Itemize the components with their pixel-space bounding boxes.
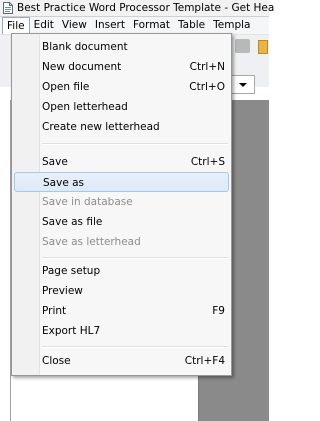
menu-separator	[42, 143, 228, 145]
menu-item-open-file[interactable]: Open file Ctrl+O	[14, 77, 229, 97]
chevron-down-icon	[239, 83, 247, 87]
menu-item-new-document[interactable]: New document Ctrl+N	[14, 57, 229, 77]
menu-edit[interactable]: Edit	[30, 17, 58, 34]
menu-item-open-letterhead[interactable]: Open letterhead	[14, 97, 229, 117]
menu-insert[interactable]: Insert	[91, 17, 129, 34]
menu-templates[interactable]: Templa	[209, 17, 254, 34]
file-menu-dropdown: Blank document New document Ctrl+N Open …	[11, 33, 232, 376]
menu-item-preview[interactable]: Preview	[14, 281, 229, 301]
menu-item-save[interactable]: Save Ctrl+S	[14, 152, 229, 172]
toolbar-folder-icon[interactable]	[258, 40, 268, 54]
menu-item-label: New document	[42, 61, 122, 73]
menu-item-label: Close	[42, 355, 71, 367]
menu-separator	[42, 257, 228, 259]
menu-item-label: Print	[42, 305, 67, 317]
menu-separator	[42, 346, 228, 348]
menu-item-shortcut: Ctrl+F4	[184, 355, 225, 367]
toolbar-button-icon[interactable]	[235, 39, 250, 53]
menu-item-save-as-letterhead[interactable]: Save as letterhead	[14, 232, 229, 252]
menu-table[interactable]: Table	[174, 17, 209, 34]
menu-item-label: Save as letterhead	[42, 236, 141, 248]
menu-item-save-as[interactable]: Save as	[14, 172, 229, 192]
toolbar-dropdown[interactable]	[230, 75, 255, 94]
window-title: Best Practice Word Processor Template - …	[17, 2, 275, 14]
menu-item-shortcut: Ctrl+S	[190, 156, 225, 168]
menu-item-label: Save	[42, 156, 68, 168]
menu-item-label: Create new letterhead	[42, 121, 160, 133]
menu-item-export-hl7[interactable]: Export HL7	[14, 321, 229, 341]
menu-item-save-in-database[interactable]: Save in database	[14, 192, 229, 212]
menu-item-close[interactable]: Close Ctrl+F4	[14, 351, 229, 371]
menu-item-shortcut: F9	[212, 305, 225, 317]
menu-view[interactable]: View	[58, 17, 91, 34]
menu-item-shortcut: Ctrl+O	[189, 81, 225, 93]
menu-item-create-new-letterhead[interactable]: Create new letterhead	[14, 117, 229, 137]
menu-item-page-setup[interactable]: Page setup	[14, 261, 229, 281]
menu-item-print[interactable]: Print F9	[14, 301, 229, 321]
menu-item-shortcut: Ctrl+N	[189, 61, 225, 73]
title-bar: Best Practice Word Processor Template - …	[0, 0, 274, 17]
menu-item-label: Save as file	[42, 216, 103, 228]
menu-item-label: Page setup	[42, 265, 101, 277]
menu-item-label: Save as	[43, 177, 85, 189]
menu-item-label: Blank document	[42, 41, 128, 53]
menu-item-label: Open file	[42, 81, 90, 93]
menu-item-blank-document[interactable]: Blank document	[14, 37, 229, 57]
menu-item-label: Save in database	[42, 196, 133, 208]
document-icon	[3, 2, 13, 14]
menu-item-label: Open letterhead	[42, 101, 128, 113]
menu-format[interactable]: Format	[129, 17, 174, 34]
menu-file[interactable]: File	[2, 17, 30, 34]
menu-item-label: Export HL7	[42, 325, 101, 337]
menu-item-label: Preview	[42, 285, 83, 297]
menu-item-save-as-file[interactable]: Save as file	[14, 212, 229, 232]
